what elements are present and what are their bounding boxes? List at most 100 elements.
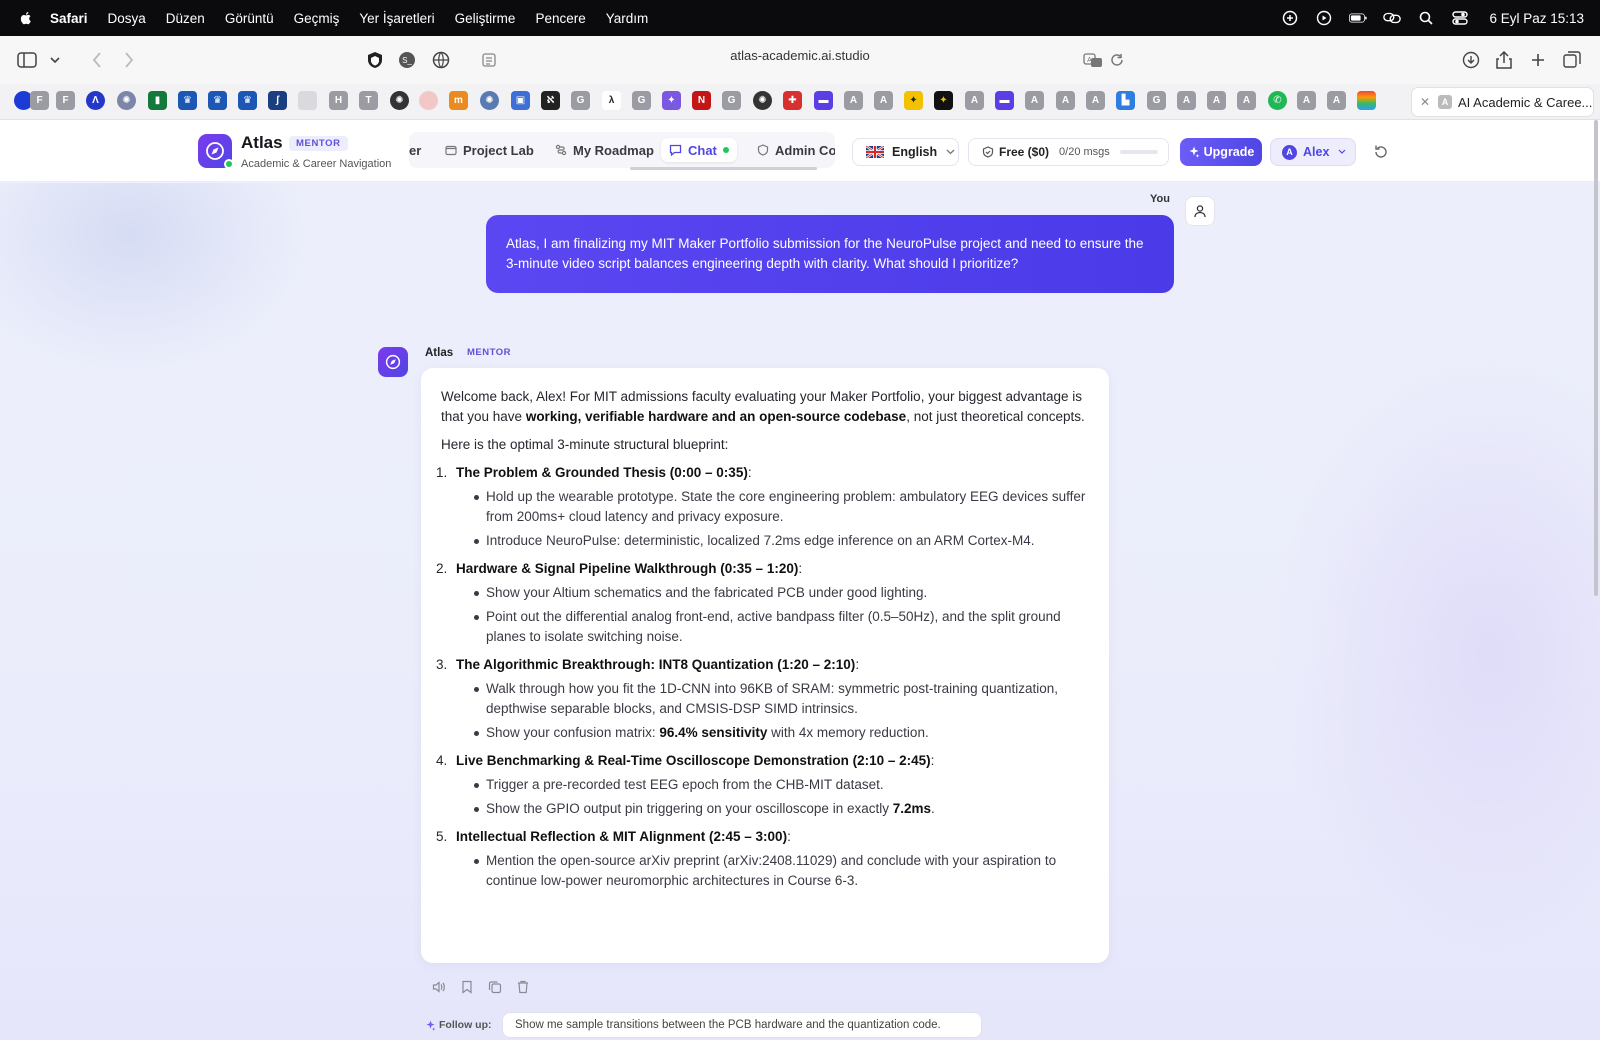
favorite-a-icon[interactable]: A <box>965 91 984 110</box>
favorite-analytics-icon[interactable]: ▙ <box>1116 91 1135 110</box>
globe-icon[interactable] <box>430 49 452 71</box>
favorite-star-icon[interactable]: ✦ <box>904 91 923 110</box>
active-tab[interactable]: ✕ A AI Academic & Caree... <box>1411 87 1594 117</box>
favorite-a-icon[interactable]: A <box>1297 91 1316 110</box>
tab-admin-console[interactable]: Admin Con <box>757 138 835 162</box>
user-menu[interactable]: A Alex <box>1270 138 1356 166</box>
chevron-down-icon[interactable] <box>44 49 66 71</box>
menu-safari[interactable]: Safari <box>50 11 88 26</box>
favorite-chat-icon[interactable]: ▬ <box>814 91 833 110</box>
privacy-shield-icon[interactable] <box>364 49 386 71</box>
close-tab-icon[interactable]: ✕ <box>1420 95 1434 109</box>
favorite-gemini-icon[interactable]: ✦ <box>662 91 681 110</box>
favorite-h-icon[interactable]: H <box>329 91 348 110</box>
favorite-a-icon[interactable]: A <box>1086 91 1105 110</box>
favorite-a-icon[interactable]: A <box>1327 91 1346 110</box>
tab-project-lab[interactable]: Project Lab <box>445 138 534 162</box>
favorite-crown-icon[interactable]: ♛ <box>178 91 197 110</box>
delete-button[interactable] <box>514 978 532 996</box>
favorite-a-icon[interactable]: A <box>874 91 893 110</box>
favorite-whatsapp-icon[interactable]: ✆ <box>1268 91 1287 110</box>
read-aloud-button[interactable] <box>430 978 448 996</box>
favorite-figure-icon[interactable]: ℵ <box>541 91 560 110</box>
favorite-anthropic-icon[interactable]: Λ <box>86 91 105 110</box>
sidebar-toggle-icon[interactable] <box>16 49 38 71</box>
favorite-netflix-icon[interactable]: N <box>692 91 711 110</box>
screen-mirror-icon[interactable] <box>1383 9 1402 27</box>
favorite-sheet-icon[interactable]: ▮ <box>148 91 167 110</box>
menu-goruntu[interactable]: Görüntü <box>225 11 274 26</box>
favorite-blank-icon[interactable] <box>298 91 317 110</box>
menu-gelistirme[interactable]: Geliştirme <box>455 11 516 26</box>
language-selector[interactable]: English <box>852 138 959 166</box>
favorite-a-icon[interactable]: A <box>1237 91 1256 110</box>
tab-chat[interactable]: Chat <box>661 138 737 162</box>
favorite-gift-icon[interactable]: ▣ <box>511 91 530 110</box>
forward-icon[interactable] <box>118 49 140 71</box>
copy-button[interactable] <box>486 978 504 996</box>
favorite-journal-icon[interactable]: ʃ <box>268 91 287 110</box>
favorite-openai-icon[interactable]: ✺ <box>117 91 136 110</box>
favorite-a-icon[interactable]: A <box>1177 91 1196 110</box>
menu-dosya[interactable]: Dosya <box>108 11 146 26</box>
extension-icon[interactable]: S_ <box>396 49 418 71</box>
favorite-g-icon[interactable]: G <box>1147 91 1166 110</box>
favorite-chat-icon[interactable]: ▬ <box>995 91 1014 110</box>
favorite-openai-icon[interactable]: ✺ <box>390 91 409 110</box>
menu-yer-isaretleri[interactable]: Yer İşaretleri <box>359 11 434 26</box>
menu-gecmis[interactable]: Geçmiş <box>294 11 340 26</box>
favorite-star-icon[interactable]: ✦ <box>934 91 953 110</box>
favorite-f-icon[interactable]: F <box>56 91 75 110</box>
favorite-crown-icon[interactable]: ♛ <box>238 91 257 110</box>
atlas-logo[interactable] <box>198 134 234 169</box>
favorite-a-icon[interactable]: A <box>1025 91 1044 110</box>
favorite-lambda-icon[interactable]: λ <box>602 91 621 110</box>
vpn-status-icon[interactable] <box>1281 9 1299 27</box>
reload-icon[interactable] <box>1106 49 1128 71</box>
favorite-g-icon[interactable]: G <box>722 91 741 110</box>
favorite-a-icon[interactable]: A <box>1207 91 1226 110</box>
reset-conversation-button[interactable] <box>1370 141 1392 163</box>
apple-logo-icon[interactable] <box>18 10 34 26</box>
menu-yardim[interactable]: Yardım <box>606 11 649 26</box>
share-icon[interactable] <box>1493 49 1515 71</box>
control-center-icon[interactable] <box>1451 9 1469 27</box>
upgrade-button[interactable]: Upgrade <box>1180 138 1262 166</box>
favorite-g-icon[interactable]: G <box>632 91 651 110</box>
play-icon[interactable] <box>1315 9 1333 27</box>
page-scrollbar[interactable] <box>1594 120 1598 596</box>
downloads-icon[interactable] <box>1460 49 1482 71</box>
chat-active-dot <box>722 147 729 153</box>
nav-tabs-scrollbar[interactable] <box>630 167 817 170</box>
reader-icon[interactable] <box>478 49 500 71</box>
favorite-f-icon[interactable]: F <box>30 91 49 110</box>
favorite-a-icon[interactable]: A <box>1056 91 1075 110</box>
favorite-openai-icon[interactable]: ✺ <box>753 91 772 110</box>
tab-my-roadmap[interactable]: My Roadmap <box>555 138 654 162</box>
follow-up-suggestion[interactable]: Show me sample transitions between the P… <box>502 1012 982 1038</box>
favorite-pink-icon[interactable] <box>419 91 438 110</box>
translate-icon[interactable]: A <box>1082 49 1104 71</box>
favorite-t-icon[interactable]: T <box>359 91 378 110</box>
address-bar[interactable]: atlas-academic.ai.studio <box>600 48 1000 63</box>
search-icon[interactable] <box>1417 9 1435 27</box>
tab-overview-icon[interactable] <box>1561 49 1583 71</box>
menu-pencere[interactable]: Pencere <box>535 11 585 26</box>
favorite-flag-icon[interactable]: ✚ <box>783 91 802 110</box>
section-title: Live Benchmarking & Real-Time Oscillosco… <box>456 753 931 768</box>
battery-icon[interactable] <box>1349 9 1368 27</box>
favorite-mit-icon[interactable]: m <box>449 91 468 110</box>
favorite-stack-icon[interactable] <box>1357 91 1376 110</box>
assistant-message-card: Welcome back, Alex! For MIT admissions f… <box>421 368 1109 963</box>
menu-clock[interactable]: 6 Eyl Paz 15:13 <box>1489 11 1584 26</box>
menu-duzen[interactable]: Düzen <box>166 11 205 26</box>
favorite-globe-icon[interactable]: ✺ <box>480 91 499 110</box>
back-icon[interactable] <box>86 49 108 71</box>
new-tab-icon[interactable] <box>1527 49 1549 71</box>
favorite-a-icon[interactable]: A <box>844 91 863 110</box>
favorite-crown-icon[interactable]: ♛ <box>208 91 227 110</box>
favorite-g-icon[interactable]: G <box>571 91 590 110</box>
plan-usage[interactable]: Free ($0) 0/20 msgs <box>968 138 1169 166</box>
tab-partial[interactable]: er <box>409 138 421 162</box>
bookmark-button[interactable] <box>458 978 476 996</box>
